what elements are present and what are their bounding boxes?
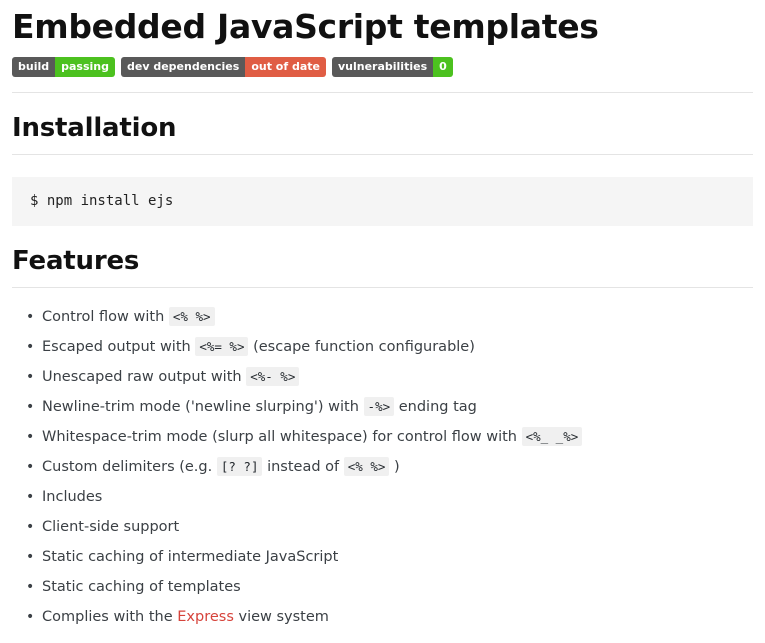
badge-label: vulnerabilities (331, 56, 434, 77)
feature-text: ) (389, 458, 400, 475)
feature-list-item: Whitespace-trim mode (slurp all whitespa… (12, 422, 753, 452)
feature-text: Unescaped raw output with (42, 368, 247, 385)
feature-text: ending tag (394, 398, 477, 415)
inline-code: <%= %> (195, 336, 249, 356)
installation-heading: Installation (12, 112, 177, 143)
feature-text: Control flow with (42, 308, 169, 325)
feature-list-item: Control flow with <% %> (12, 302, 753, 332)
inline-code: [? ?] (216, 456, 263, 476)
feature-text: Whitespace-trim mode (slurp all whitespa… (42, 428, 522, 445)
feature-text: view system (233, 608, 329, 625)
badge-label: dev dependencies (121, 56, 246, 77)
page-title: Embedded JavaScript templates (12, 7, 599, 46)
dev-dependencies-badge[interactable]: dev dependencies out of date (121, 56, 326, 77)
express-link[interactable]: Express (177, 609, 234, 625)
features-list: Control flow with <% %>Escaped output wi… (12, 302, 753, 632)
feature-list-item: Complies with the Express view system (12, 602, 753, 632)
feature-text: Custom delimiters (e.g. (42, 458, 217, 475)
inline-code: <% %> (168, 306, 215, 326)
inline-code: <% %> (343, 456, 390, 476)
inline-code: -%> (363, 396, 395, 416)
header-divider (12, 91, 753, 93)
feature-list-item: Includes (12, 482, 753, 512)
feature-text: Includes (42, 488, 103, 505)
feature-list-item: Unescaped raw output with <%- %> (12, 362, 753, 392)
feature-list-item: Custom delimiters (e.g. [? ?] instead of… (12, 452, 753, 482)
feature-list-item: Escaped output with <%= %> (escape funct… (12, 332, 753, 362)
feature-text: Newline-trim mode ('newline slurping') w… (42, 398, 364, 415)
badge-value: passing (55, 56, 115, 77)
feature-text: instead of (262, 458, 344, 475)
badge-label: build (12, 56, 56, 77)
install-command-codeblock: $ npm install ejs (12, 176, 753, 226)
badge-value: 0 (433, 56, 453, 77)
feature-list-item: Newline-trim mode ('newline slurping') w… (12, 392, 753, 422)
vulnerabilities-badge[interactable]: vulnerabilities 0 (331, 56, 453, 77)
badge-row: build passing dev dependencies out of date v… (12, 56, 753, 77)
inline-code: <%- %> (246, 366, 300, 386)
inline-code: <%_ _%> (521, 426, 583, 446)
feature-list-item: Client-side support (12, 512, 753, 542)
feature-text: Static caching of intermediate JavaScrip… (42, 548, 339, 565)
features-heading: Features (12, 245, 140, 276)
features-heading-divider (12, 286, 753, 288)
feature-list-item: Static caching of intermediate JavaScrip… (12, 542, 753, 572)
feature-text: Static caching of templates (42, 578, 241, 595)
feature-text: Complies with the (42, 608, 178, 625)
feature-text: Escaped output with (42, 338, 196, 355)
feature-text: Client-side support (42, 518, 180, 535)
badge-value: out of date (245, 56, 326, 77)
build-status-badge[interactable]: build passing (12, 56, 115, 77)
feature-list-item: Static caching of templates (12, 572, 753, 602)
feature-text: (escape function configurable) (248, 338, 475, 355)
readme-page: Embedded JavaScript templates build passi… (0, 8, 765, 632)
installation-heading-divider (12, 153, 753, 155)
